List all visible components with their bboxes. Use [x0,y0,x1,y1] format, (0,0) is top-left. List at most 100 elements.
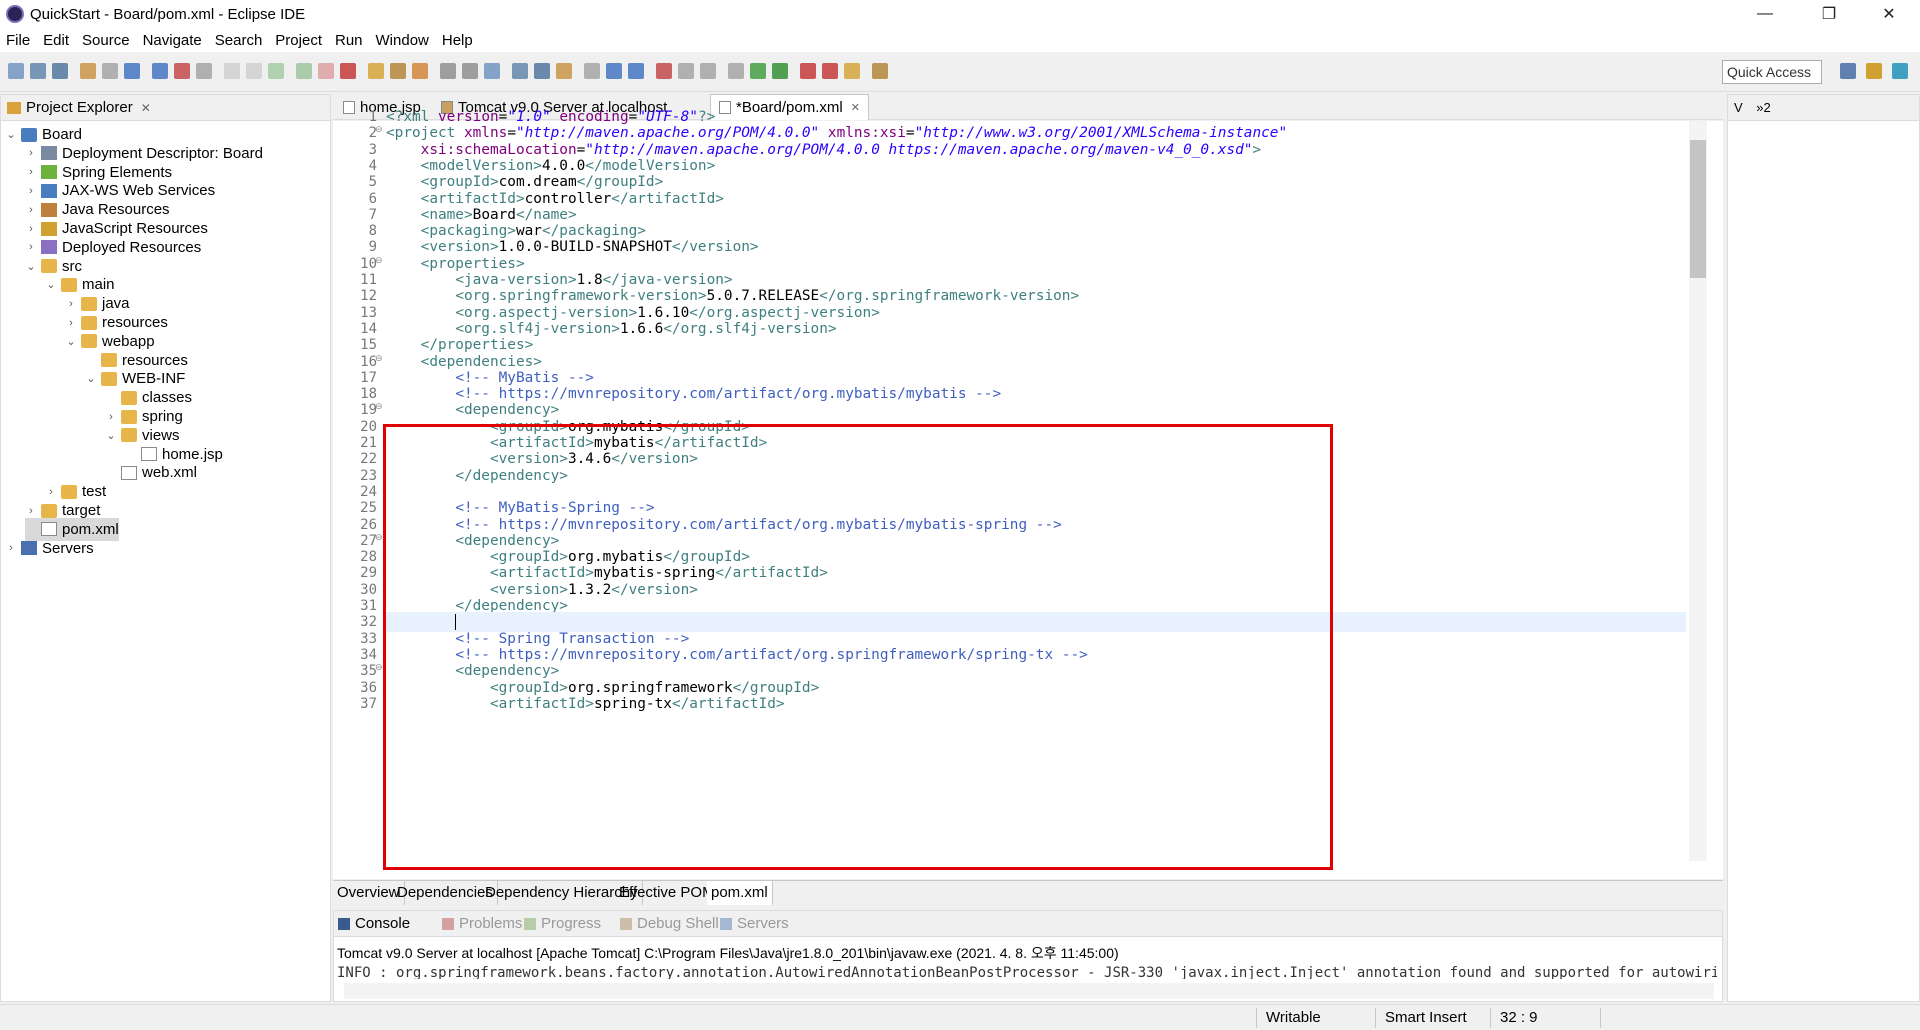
stop-icon[interactable] [246,63,262,79]
collapse-arrow-icon[interactable]: › [25,505,37,517]
console-output[interactable]: INFO : org.springframework.beans.factory… [337,965,1717,979]
menu-help[interactable]: Help [442,32,473,49]
fold-toggle-icon[interactable]: ⊖ [375,532,383,543]
pom-tab-pom-xml[interactable]: pom.xml [707,881,773,905]
console-icon[interactable] [606,63,622,79]
fold-toggle-icon[interactable]: ⊖ [375,401,383,412]
tree-item-web-xml[interactable]: web.xml [105,461,197,484]
back-icon[interactable] [844,63,860,79]
run-icon[interactable] [196,63,212,79]
menu-run[interactable]: Run [335,32,363,49]
console-horizontal-scrollbar[interactable] [344,983,1714,999]
tree-item-label: java [102,295,130,313]
collapse-arrow-icon[interactable]: › [105,411,117,423]
print-icon[interactable] [556,63,572,79]
menu-window[interactable]: Window [376,32,429,49]
print-icon[interactable] [80,63,96,79]
forward-icon[interactable] [390,63,406,79]
perspective-debug-icon[interactable] [1892,63,1908,79]
skip-icon[interactable] [628,63,644,79]
folder-icon [61,277,77,292]
toggle-icon[interactable] [584,63,600,79]
quick-access-field[interactable]: Quick Access [1722,60,1822,84]
maximize-button[interactable]: ❐ [1806,0,1852,28]
save-icon[interactable] [30,63,46,79]
pin-icon[interactable] [412,63,428,79]
console-tab-console[interactable]: Console [338,915,410,932]
collapse-arrow-icon[interactable]: › [65,317,77,329]
folder-icon [121,428,137,443]
coverage-icon[interactable] [224,63,240,79]
expand-arrow-icon[interactable]: ⌄ [25,260,37,273]
perspective-java-ee-icon[interactable] [1840,63,1856,79]
expand-arrow-icon[interactable]: ⌄ [5,128,17,141]
collapse-arrow-icon[interactable]: › [65,298,77,310]
menu-edit[interactable]: Edit [43,32,69,49]
collapse-arrow-icon[interactable]: › [5,542,17,554]
expand-arrow-icon[interactable]: ⌄ [45,278,57,291]
minimize-button[interactable]: — [1742,0,1788,28]
search-icon[interactable] [800,63,816,79]
menu-file[interactable]: File [6,32,30,49]
search-icon[interactable] [318,63,334,79]
console-tab-servers[interactable]: Servers [720,915,789,932]
back-icon[interactable] [368,63,384,79]
progress-icon [524,918,536,931]
console-tab-problems[interactable]: Problems [442,915,522,932]
collapse-arrow-icon[interactable]: › [45,486,57,498]
menu-search[interactable]: Search [215,32,263,49]
close-button[interactable]: ✕ [1866,0,1912,28]
collapse-arrow-icon[interactable]: › [25,223,37,235]
new-icon[interactable] [484,63,500,79]
coverage-icon[interactable] [700,63,716,79]
fold-toggle-icon[interactable]: ⊖ [375,662,383,673]
save-all-icon[interactable] [534,63,550,79]
console-tab-progress[interactable]: Progress [524,915,601,932]
menu-navigate[interactable]: Navigate [143,32,202,49]
nav-icon[interactable] [462,63,478,79]
save-all-icon[interactable] [52,63,68,79]
external-tools-icon[interactable] [268,63,284,79]
more-views-tab[interactable]: »2 [1756,100,1770,115]
collapse-arrow-icon[interactable]: › [25,185,37,197]
collapse-arrow-icon[interactable]: › [25,241,37,253]
folder-icon [101,353,117,368]
expand-arrow-icon[interactable]: ⌄ [65,335,77,348]
expand-arrow-icon[interactable]: ⌄ [105,429,117,442]
menu-project[interactable]: Project [275,32,322,49]
console-tab-debug-shell[interactable]: Debug Shell [620,915,719,932]
annotation-icon[interactable] [822,63,838,79]
variables-tab[interactable]: V [1734,100,1743,115]
debug-icon[interactable] [174,63,190,79]
run-icon[interactable] [678,63,694,79]
fold-toggle-icon[interactable]: ⊖ [375,353,383,364]
stop-icon[interactable] [728,63,744,79]
collapse-arrow-icon[interactable]: › [25,166,37,178]
tree-item-label: spring [142,408,183,425]
pom-tab-effective-pom[interactable]: Effective POM [615,881,720,905]
close-view-icon[interactable]: ✕ [141,101,151,115]
debug-icon[interactable] [656,63,672,79]
collapse-arrow-icon[interactable]: › [25,147,37,159]
toggle-icon[interactable] [102,63,118,79]
forward-icon[interactable] [872,63,888,79]
open-type-icon[interactable] [296,63,312,79]
close-tab-icon[interactable]: ✕ [851,101,860,114]
fold-toggle-icon[interactable]: ⊖ [375,255,383,266]
tree-item-servers[interactable]: › Servers [5,537,94,560]
annotation-icon[interactable] [340,63,356,79]
collapse-arrow-icon[interactable]: › [25,204,37,216]
fold-toggle-icon[interactable]: ⊖ [375,124,383,135]
open-type-icon[interactable] [772,63,788,79]
history-icon[interactable] [440,63,456,79]
new-icon[interactable] [8,63,24,79]
console-icon[interactable] [124,63,140,79]
editor-scroll-thumb[interactable] [1690,140,1706,278]
external-tools-icon[interactable] [750,63,766,79]
menu-source[interactable]: Source [82,32,130,49]
expand-arrow-icon[interactable]: ⌄ [85,372,97,385]
skip-icon[interactable] [152,63,168,79]
save-icon[interactable] [512,63,528,79]
editor-tab-2[interactable]: *Board/pom.xml ✕ [710,94,869,120]
perspective-spring-icon[interactable] [1866,63,1882,79]
